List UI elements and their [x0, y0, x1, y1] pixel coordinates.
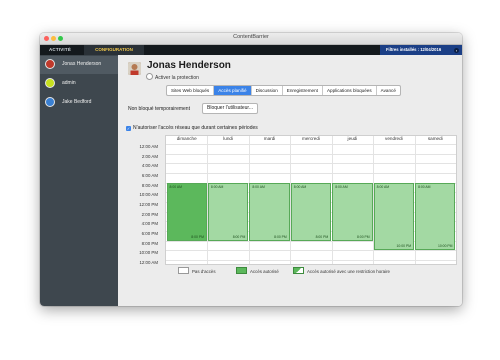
info-icon[interactable]: › — [454, 47, 459, 53]
app-window: ContentBarrier ACTIVITÉ CONFIGURATION Fi… — [40, 33, 462, 306]
title-bar: ContentBarrier — [40, 33, 462, 45]
window-title: ContentBarrier — [233, 34, 269, 40]
access-block[interactable]: 8:00 AM 8:00 PM — [249, 182, 290, 241]
hour-gridline — [166, 250, 456, 252]
day-header: mardi — [263, 136, 276, 141]
block-start-time: 8:00 AM — [335, 184, 348, 189]
legend-allowed: Accès autorisé — [236, 267, 279, 274]
block-user-button[interactable]: Bloquer l'utilisateur... — [202, 103, 258, 114]
hour-gridline — [166, 260, 456, 261]
time-label: 10:00 PM — [139, 250, 158, 256]
time-label: 6:00 AM — [141, 173, 158, 178]
profile-name: Jonas Henderson — [147, 60, 231, 71]
time-label: 12:00 AM — [139, 144, 158, 149]
access-block[interactable]: 8:00 AM 8:00 PM — [332, 182, 373, 241]
legend-restricted: Accès autorisé avec une restriction hora… — [293, 267, 390, 274]
hour-gridline — [166, 153, 456, 155]
time-label: 2:00 AM — [141, 153, 158, 159]
block-end-time: 8:00 PM — [356, 234, 370, 239]
main-panel: Jonas Henderson Activer la protection Si… — [118, 55, 462, 306]
hour-gridline — [166, 144, 456, 145]
day-header: jeudi — [347, 136, 358, 141]
access-block[interactable]: 8:00 AM 10:00 PM — [415, 182, 456, 251]
protection-checkbox[interactable] — [146, 73, 153, 80]
restrict-label: N'autoriser l'accès réseau que durant ce… — [133, 125, 258, 131]
access-block[interactable]: 8:00 AM 8:00 PM — [207, 182, 249, 241]
block-start-time: 8:00 AM — [418, 184, 431, 189]
filters-label: Filtres installés : 12/04/2016 — [386, 47, 442, 52]
block-start-time: 8:00 AM — [169, 184, 182, 189]
block-end-time: 8:00 PM — [315, 234, 329, 239]
user-name: Jake Bedford — [62, 99, 92, 105]
schedule-area: 12:00 AM 2:00 AM 4:00 AM 6:00 AM 8:00 AM 10:0… — [126, 135, 457, 306]
tab-avanc-[interactable]: Avancé — [377, 86, 400, 95]
tab-sites-web-bloqu-s[interactable]: Sites Web bloqués — [167, 86, 215, 95]
restrict-access-option[interactable]: ✓ N'autoriser l'accès réseau que durant c… — [126, 125, 258, 131]
time-label: 6:00 PM — [141, 231, 158, 236]
block-start-time: 8:00 AM — [210, 184, 224, 189]
config-tabs: Sites Web bloqués Accès planifié Discussio… — [166, 85, 401, 96]
sidebar-item-admin[interactable]: admin — [40, 75, 118, 93]
tab-enregistrement[interactable]: Enregistrement — [283, 86, 323, 95]
block-start-time: 8:00 AM — [376, 184, 390, 189]
top-bar: ACTIVITÉ CONFIGURATION Filtres installés… — [40, 45, 462, 55]
day-header: dimanche — [176, 136, 197, 141]
tab-applications-bloqu-es[interactable]: Applications bloquées — [323, 86, 377, 95]
day-header: vendredi — [385, 136, 403, 141]
protection-toggle[interactable]: Activer la protection — [146, 73, 199, 81]
user-avatar-icon — [45, 97, 55, 107]
sidebar-item-jake-bedford[interactable]: Jake Bedford — [40, 94, 118, 112]
block-end-time: 8:00 PM — [274, 234, 287, 239]
user-name: Jonas Henderson — [62, 61, 102, 67]
time-label: 8:00 AM — [141, 182, 158, 188]
protection-label: Activer la protection — [155, 75, 199, 81]
user-sidebar: Jonas Henderson admin Jake Bedford — [40, 55, 118, 306]
block-end-time: 10:00 PM — [396, 244, 412, 249]
access-block[interactable]: 8:00 AM 8:00 PM — [166, 182, 207, 241]
tab-acc-s-planifi-[interactable]: Accès planifié — [214, 86, 252, 95]
tab-configuration[interactable]: CONFIGURATION — [84, 45, 144, 55]
tab-discussion[interactable]: Discussion — [252, 86, 283, 95]
tab-activity[interactable]: ACTIVITÉ — [40, 45, 80, 55]
time-label: 4:00 PM — [141, 221, 158, 227]
hour-gridline — [166, 173, 456, 174]
restrict-checkbox[interactable]: ✓ — [126, 126, 131, 131]
day-header: lundi — [223, 136, 233, 141]
legend: Pas d'accès Accès autorisé Accès autoris… — [118, 265, 462, 275]
block-end-time: 8:00 PM — [191, 234, 204, 239]
legend-none: Pas d'accès — [178, 267, 216, 274]
access-block[interactable]: 8:00 AM 10:00 PM — [373, 182, 415, 251]
filters-status[interactable]: Filtres installés : 12/04/2016 › — [380, 45, 462, 55]
time-label: 4:00 AM — [141, 163, 158, 169]
block-start-time: 8:00 AM — [293, 184, 307, 189]
day-header: mercredi — [302, 136, 320, 141]
time-label: 12:00 PM — [139, 202, 158, 207]
block-start-time: 8:00 AM — [252, 184, 265, 189]
user-name: admin — [62, 80, 76, 86]
block-end-time: 10:00 PM — [437, 244, 453, 249]
user-avatar-icon — [45, 78, 55, 88]
user-avatar-icon — [45, 59, 55, 69]
legend-swatch-restricted — [293, 267, 304, 274]
time-label: 2:00 PM — [141, 211, 158, 217]
sidebar-item-jonas-henderson[interactable]: Jonas Henderson — [40, 56, 118, 74]
schedule-grid[interactable]: dimanche lundi mardi mercredi jeudi vendredi s… — [165, 135, 457, 265]
time-label: 8:00 PM — [141, 240, 158, 246]
profile-avatar-icon — [128, 62, 141, 75]
block-end-time: 8:00 PM — [232, 234, 246, 239]
time-label: 10:00 AM — [139, 192, 158, 198]
temp-status-label: Non bloqué temporairement — [128, 106, 190, 112]
day-header: samedi — [427, 136, 443, 141]
access-block[interactable]: 8:00 AM 8:00 PM — [290, 182, 332, 241]
legend-swatch-none — [178, 267, 189, 274]
legend-swatch-allowed — [236, 267, 247, 274]
hour-gridline — [166, 163, 456, 165]
